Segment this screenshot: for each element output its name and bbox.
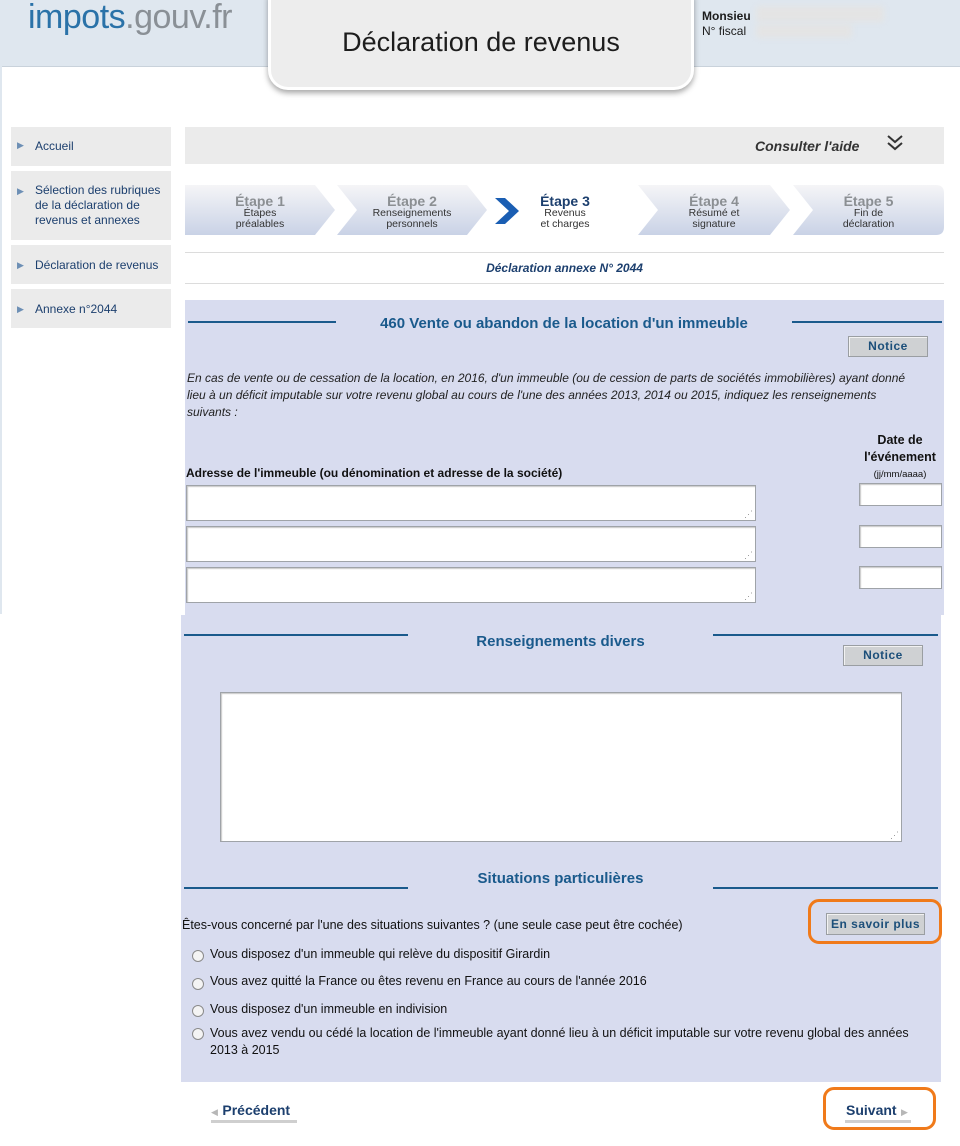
sidebar-item-label: Accueil xyxy=(35,139,74,153)
fiscal-number-label: N° fiscal xyxy=(702,24,747,38)
option-line-1: Vous avez vendu ou cédé la location de l… xyxy=(210,1026,909,1040)
radio-sold-property[interactable] xyxy=(192,1028,204,1040)
page-title: Déclaration de revenus xyxy=(342,27,620,57)
date-input-3[interactable] xyxy=(859,566,942,589)
option-indivision-label: Vous disposez d'un immeuble en indivisio… xyxy=(210,1002,448,1016)
previous-button[interactable]: ◀ Précédent xyxy=(211,1102,290,1120)
step-subtitle-line: et charges xyxy=(540,218,590,230)
situations-section-title: Situations particulières xyxy=(477,870,644,887)
user-name-label: Monsieu xyxy=(702,9,751,23)
section-460-title: 460 Vente ou abandon de la location d'un… xyxy=(380,315,748,332)
option-residence-change-label: Vous avez quitté la France ou êtes reven… xyxy=(210,974,647,988)
step-subtitle: Renseignements personnels xyxy=(337,208,487,230)
arrow-right-icon: ▶ xyxy=(17,260,24,270)
resize-grip-icon[interactable]: ⋰ xyxy=(890,831,899,840)
misc-textarea[interactable]: ⋰ xyxy=(220,692,902,842)
option-sold-property-label: Vous avez vendu ou cédé la location de l… xyxy=(210,1025,938,1059)
address-textarea-1[interactable]: ⋰ xyxy=(186,485,756,521)
sidebar-item-accueil[interactable]: ▶ Accueil xyxy=(11,127,171,166)
option-girardin-label: Vous disposez d'un immeuble qui relève d… xyxy=(210,947,551,961)
logo-part-1: impots xyxy=(28,0,126,36)
date-format-hint: (jj/mm/aaaa) xyxy=(873,469,927,480)
arrow-right-icon: ▶ xyxy=(17,140,24,150)
learn-more-highlight xyxy=(808,899,942,944)
section-divider xyxy=(792,321,942,323)
chevron-down-icon[interactable] xyxy=(885,133,905,153)
step-subtitle: Résumé et signature xyxy=(638,208,790,230)
notice-button[interactable]: Notice xyxy=(843,645,923,666)
resize-grip-icon[interactable]: ⋰ xyxy=(744,551,753,560)
step-3-current: Étape 3 Revenus et charges xyxy=(490,185,640,235)
date-label-line-2: l'événement xyxy=(864,450,936,464)
sidebar-item-selection[interactable]: ▶ Sélection des rubriques de la déclarat… xyxy=(11,171,171,240)
address-label: Adresse de l'immeuble (ou dénomination e… xyxy=(186,466,563,480)
section-460-intro: En cas de vente ou de cessation de la lo… xyxy=(187,371,906,419)
sidebar-item-label: Annexe n°2044 xyxy=(35,302,118,316)
redacted-fiscal-number xyxy=(756,24,852,38)
previous-label: Précédent xyxy=(222,1102,291,1118)
address-textarea-3[interactable]: ⋰ xyxy=(186,567,756,603)
left-edge-border xyxy=(0,66,2,614)
help-link[interactable]: Consulter l'aide xyxy=(755,138,859,154)
section-divider xyxy=(188,321,336,323)
page-title-box: Déclaration de revenus xyxy=(268,0,694,90)
step-subtitle-line: déclaration xyxy=(842,218,895,230)
step-subtitle-line: personnels xyxy=(386,218,438,230)
step-4: Étape 4 Résumé et signature xyxy=(638,185,790,235)
situations-question: Êtes-vous concerné par l'une des situati… xyxy=(182,918,683,932)
annex-title: Déclaration annexe N° 2044 xyxy=(486,261,643,275)
step-2: Étape 2 Renseignements personnels xyxy=(337,185,487,235)
step-subtitle: Fin de déclaration xyxy=(793,208,944,230)
section-divider xyxy=(713,634,938,636)
address-textarea-2[interactable]: ⋰ xyxy=(186,526,756,562)
option-line-2: 2013 à 2015 xyxy=(210,1043,280,1057)
notice-button[interactable]: Notice xyxy=(848,336,928,357)
arrow-right-icon: ▶ xyxy=(17,186,24,196)
next-highlight xyxy=(823,1087,936,1130)
step-subtitle-line: préalables xyxy=(235,218,285,230)
resize-grip-icon[interactable]: ⋰ xyxy=(744,592,753,601)
resize-grip-icon[interactable]: ⋰ xyxy=(744,510,753,519)
date-label-line-1: Date de xyxy=(877,433,923,447)
date-label: Date de l'événement xyxy=(860,432,940,466)
logo-part-2: .gouv.fr xyxy=(125,0,233,36)
step-subtitle-line: signature xyxy=(692,218,736,230)
step-subtitle: Revenus et charges xyxy=(490,208,640,230)
section-divider xyxy=(184,887,408,889)
radio-residence-change[interactable] xyxy=(192,978,204,990)
step-1: Étape 1 Étapes préalables xyxy=(185,185,335,235)
radio-girardin[interactable] xyxy=(192,950,204,962)
previous-underline xyxy=(211,1120,297,1123)
misc-section-title: Renseignements divers xyxy=(476,633,645,650)
arrow-right-icon: ▶ xyxy=(17,304,24,314)
step-5: Étape 5 Fin de déclaration xyxy=(793,185,944,235)
date-input-2[interactable] xyxy=(859,525,942,548)
sidebar-item-annexe-2044[interactable]: ▶ Annexe n°2044 xyxy=(11,289,171,328)
section-divider xyxy=(713,887,938,889)
sidebar-item-label: Sélection des rubriques de la déclaratio… xyxy=(35,183,161,227)
redacted-user-name xyxy=(756,6,884,22)
sidebar-item-label: Déclaration de revenus xyxy=(35,258,159,272)
date-input-1[interactable] xyxy=(859,483,942,506)
sidebar-item-declaration[interactable]: ▶ Déclaration de revenus xyxy=(11,245,171,284)
triangle-left-icon: ◀ xyxy=(211,1107,218,1117)
radio-indivision[interactable] xyxy=(192,1005,204,1017)
section-divider xyxy=(184,634,408,636)
site-logo[interactable]: impots.gouv.fr xyxy=(28,0,233,37)
step-subtitle: Étapes préalables xyxy=(185,208,335,230)
